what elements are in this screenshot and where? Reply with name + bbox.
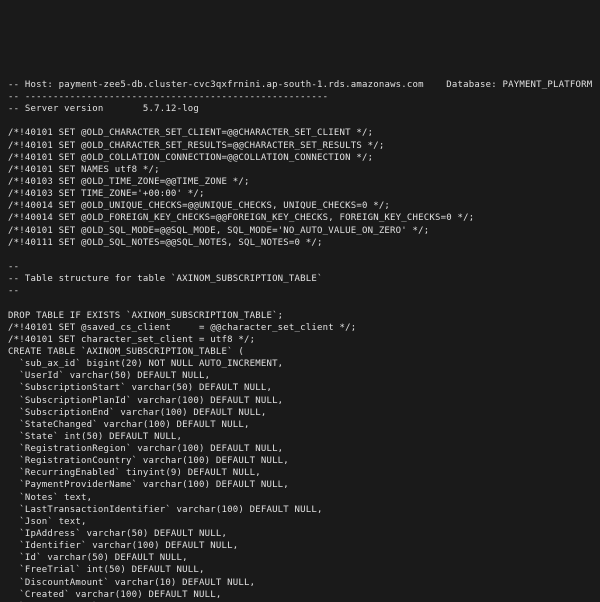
sql-setting: /*!40111 SET @OLD_SQL_NOTES=@@SQL_NOTES,… xyxy=(8,238,323,248)
sql-line: `IpAddress` varchar(50) DEFAULT NULL, xyxy=(8,529,227,539)
host-line: -- Host: payment-zee5-db.cluster-cvc3qxf… xyxy=(8,80,592,90)
sql-line: `FreeTrial` int(50) DEFAULT NULL, xyxy=(8,565,205,575)
sql-setting: /*!40103 SET TIME_ZONE='+00:00' */; xyxy=(8,189,205,199)
sql-line: /*!40101 SET character_set_client = utf8… xyxy=(8,335,255,345)
table-structure-comment: -- Table structure for table `AXINOM_SUB… xyxy=(8,274,323,284)
sql-line: DROP TABLE IF EXISTS `AXINOM_SUBSCRIPTIO… xyxy=(8,311,283,321)
sql-line: /*!40101 SET @saved_cs_client = @@charac… xyxy=(8,323,356,333)
sql-setting: /*!40101 SET @OLD_SQL_MODE=@@SQL_MODE, S… xyxy=(8,226,429,236)
comment-dashes: -- xyxy=(8,286,19,296)
sql-line: CREATE TABLE `AXINOM_SUBSCRIPTION_TABLE`… xyxy=(8,347,244,357)
comment-dashes: -- xyxy=(8,262,19,272)
sql-line: `State` int(50) DEFAULT NULL, xyxy=(8,432,182,442)
sql-line: `Json` text, xyxy=(8,517,87,527)
sql-line: `UserId` varchar(50) DEFAULT NULL, xyxy=(8,371,210,381)
sql-line: `Notes` text, xyxy=(8,493,92,503)
sql-line: `Identifier` varchar(100) DEFAULT NULL, xyxy=(8,541,238,551)
sql-setting: /*!40014 SET @OLD_UNIQUE_CHECKS=@@UNIQUE… xyxy=(8,201,390,211)
sql-line: `DiscountAmount` varchar(10) DEFAULT NUL… xyxy=(8,578,255,588)
sql-line: `PaymentProviderName` varchar(100) DEFAU… xyxy=(8,480,289,490)
server-version-line: -- Server version 5.7.12-log xyxy=(8,104,199,114)
sql-line: `RecurringEnabled` tinyint(9) DEFAULT NU… xyxy=(8,468,261,478)
sql-line: `SubscriptionStart` varchar(50) DEFAULT … xyxy=(8,383,272,393)
sql-setting: /*!40101 SET @OLD_CHARACTER_SET_CLIENT=@… xyxy=(8,128,373,138)
sql-line: `LastTransactionIdentifier` varchar(100)… xyxy=(8,505,323,515)
sql-line: `sub_ax_id` bigint(20) NOT NULL AUTO_INC… xyxy=(8,359,283,369)
sql-line: `RegistrationCountry` varchar(100) DEFAU… xyxy=(8,456,289,466)
terminal-output: -- Host: payment-zee5-db.cluster-cvc3qxf… xyxy=(0,61,600,602)
sql-setting: /*!40101 SET NAMES utf8 */; xyxy=(8,165,160,175)
divider-line: -- -------------------------------------… xyxy=(8,92,328,102)
sql-line: `SubscriptionEnd` varchar(100) DEFAULT N… xyxy=(8,408,266,418)
sql-setting: /*!40101 SET @OLD_CHARACTER_SET_RESULTS=… xyxy=(8,141,384,151)
sql-setting: /*!40103 SET @OLD_TIME_ZONE=@@TIME_ZONE … xyxy=(8,177,250,187)
sql-line: `Id` varchar(50) DEFAULT NULL, xyxy=(8,553,188,563)
sql-line: `StateChanged` varchar(100) DEFAULT NULL… xyxy=(8,420,250,430)
sql-setting: /*!40014 SET @OLD_FOREIGN_KEY_CHECKS=@@F… xyxy=(8,213,474,223)
sql-line: `Created` varchar(100) DEFAULT NULL, xyxy=(8,590,222,600)
sql-setting: /*!40101 SET @OLD_COLLATION_CONNECTION=@… xyxy=(8,153,373,163)
sql-line: `RegistrationRegion` varchar(100) DEFAUL… xyxy=(8,444,283,454)
sql-line: `SubscriptionPlanId` varchar(100) DEFAUL… xyxy=(8,396,283,406)
